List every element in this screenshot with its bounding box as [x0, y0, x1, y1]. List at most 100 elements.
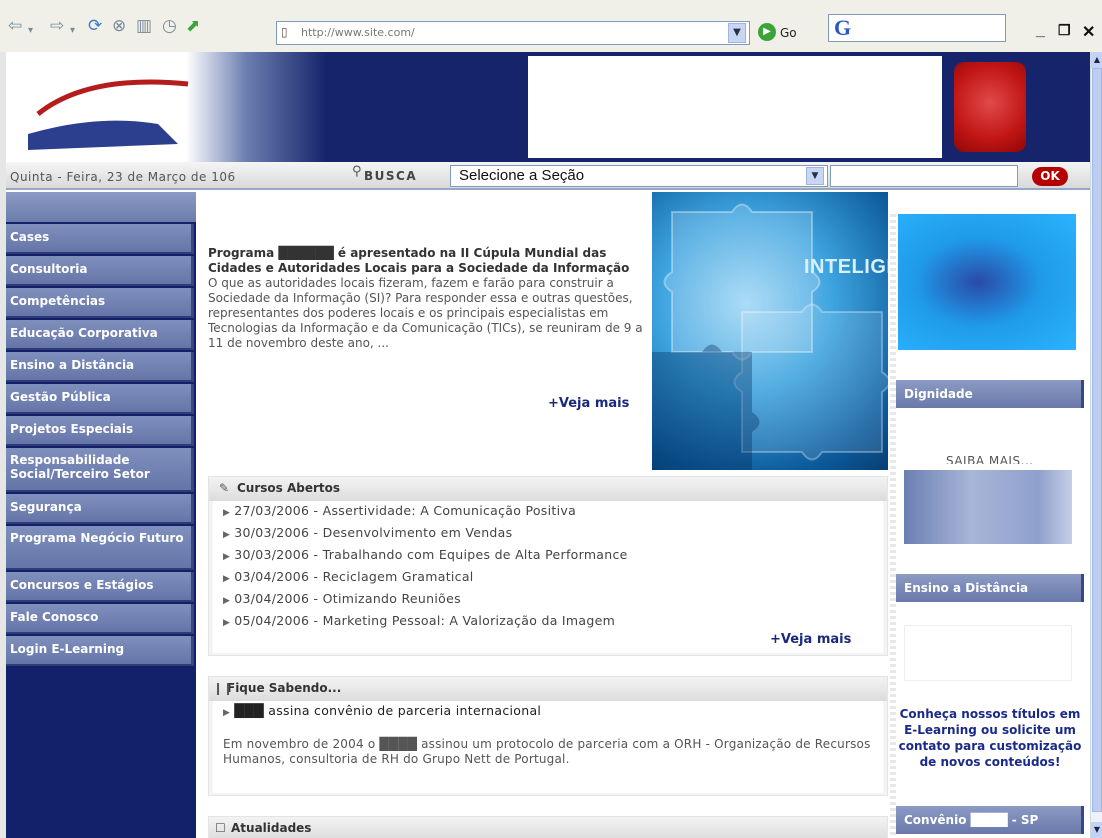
ead-promo-text[interactable]: Conheça nossos títulos em E-Learning ou … [898, 706, 1082, 770]
courses-more-link[interactable]: +Veja mais [770, 632, 851, 647]
menu-item-competencias[interactable]: Competências [6, 288, 194, 318]
site-logo[interactable] [28, 64, 198, 150]
minimize-icon[interactable]: _ [1036, 22, 1045, 40]
courses-list: ▶ 27/03/2006 - Assertividade: A Comunicaç… [213, 501, 883, 653]
bullet-icon: ▶ [223, 596, 231, 606]
address-dropdown-icon[interactable]: ▼ [728, 23, 746, 43]
news-headline-text: ███ assina convênio de parceria internac… [234, 703, 542, 718]
dignidade-header[interactable]: Dignidade [896, 380, 1084, 408]
course-label: 03/04/2006 - Reciclagem Gramatical [234, 569, 474, 584]
pause-icon: ❙❙ [213, 681, 234, 695]
vertical-scrollbar[interactable]: ▲ ▼ [1090, 52, 1102, 838]
menu-header [6, 192, 196, 222]
close-icon[interactable]: ✕ [1082, 22, 1095, 42]
news-headline[interactable]: ▶ ███ assina convênio de parceria interna… [223, 703, 541, 718]
menu-item-educacao-corporativa[interactable]: Educação Corporativa [6, 320, 194, 350]
stop-icon[interactable]: ⊗ [112, 16, 126, 36]
menu-item-cases[interactable]: Cases [6, 224, 194, 254]
forward-icon[interactable]: ⇨ [50, 16, 64, 36]
courses-box: ✎ Cursos Abertos ▶ 27/03/2006 - Assertivi… [208, 476, 888, 656]
courses-title: Cursos Abertos [237, 481, 341, 495]
updates-box: ☐ Atualidades [208, 816, 888, 838]
scroll-thumb[interactable] [1092, 68, 1102, 812]
web-page: Quinta - Feira, 23 de Março de 106 ⚲ BUS… [0, 52, 1090, 838]
section-select[interactable]: Selecione a Seção [450, 165, 828, 187]
course-item[interactable]: ▶ 03/04/2006 - Otimizando Reuniões [223, 591, 461, 606]
page-icon: ▯ [281, 25, 288, 39]
course-item[interactable]: ▶ 05/04/2006 - Marketing Pessoal: A Valor… [223, 613, 615, 628]
course-label: 27/03/2006 - Assertividade: A Comunicaçã… [234, 503, 577, 518]
checkbox-icon: ☐ [215, 821, 226, 835]
site-header [6, 52, 1090, 162]
menu-item-concursos-estagios[interactable]: Concursos e Estágios [6, 572, 194, 602]
ensino-distancia-header[interactable]: Ensino a Distância [896, 574, 1084, 602]
news-body: Em novembro de 2004 o ████ assinou um pr… [223, 737, 871, 766]
history-icon[interactable]: ◷ [162, 16, 177, 36]
section-select-value: Selecione a Seção [459, 167, 585, 184]
convenio-header[interactable]: Convênio ████ - SP [896, 806, 1084, 834]
address-bar[interactable]: ▯ http://www.site.com/ [276, 21, 750, 45]
course-label: 30/03/2006 - Trabalhando com Equipes de … [234, 547, 628, 562]
google-icon[interactable]: G [834, 15, 851, 41]
go-button[interactable]: Go [780, 26, 797, 40]
ead-image[interactable] [904, 625, 1072, 681]
search-input[interactable] [830, 165, 1018, 187]
updates-title: Atualidades [231, 821, 312, 835]
feature-image[interactable]: INTELIGÊ [652, 192, 888, 470]
right-divider [890, 214, 896, 838]
busca-label: BUSCA [364, 169, 418, 183]
news-header: ❙❙ Fique Sabendo... [209, 677, 887, 701]
go-icon[interactable]: ▶ [758, 23, 776, 41]
scroll-up-icon[interactable]: ▲ [1091, 52, 1102, 68]
feature-title[interactable]: Programa ██████ é apresentado na II Cúpu… [208, 246, 652, 276]
current-date: Quinta - Feira, 23 de Março de 106 [10, 170, 236, 184]
course-item[interactable]: ▶ 03/04/2006 - Reciclagem Gramatical [223, 569, 474, 584]
feature-image-text: INTELIGÊ [804, 256, 888, 278]
menu-item-login-elearning[interactable]: Login E-Learning [6, 636, 194, 666]
google-search-box[interactable] [828, 14, 1006, 42]
course-item[interactable]: ▶ 27/03/2006 - Assertividade: A Comunicaç… [223, 503, 576, 518]
news-content: ▶ ███ assina convênio de parceria interna… [213, 701, 883, 793]
feature-article: Programa ██████ é apresentado na II Cúpu… [208, 246, 652, 351]
bullet-icon: ▶ [223, 574, 231, 584]
header-badge[interactable] [954, 62, 1026, 152]
mail-icon[interactable]: ⬈ [186, 16, 200, 36]
news-box: ❙❙ Fique Sabendo... ▶ ███ assina convênio… [208, 676, 888, 796]
right-promo-image[interactable] [898, 214, 1076, 350]
forward-dropdown-icon[interactable]: ▾ [70, 21, 75, 41]
left-menu: Cases Consultoria Competências Educação … [6, 192, 196, 838]
back-icon[interactable]: ⇦ [8, 16, 22, 36]
feature-body: O que as autoridades locais fizeram, faz… [208, 276, 643, 350]
scroll-down-icon[interactable]: ▼ [1091, 822, 1102, 838]
menu-item-ensino-distancia[interactable]: Ensino a Distância [6, 352, 194, 382]
dignidade-image[interactable] [904, 464, 1072, 544]
course-item[interactable]: ▶ 30/03/2006 - Desenvolvimento em Vendas [223, 525, 512, 540]
menu-item-consultoria[interactable]: Consultoria [6, 256, 194, 286]
menu-item-gestao-publica[interactable]: Gestão Pública [6, 384, 194, 414]
bullet-icon: ▶ [223, 552, 231, 562]
bullet-icon: ▶ [223, 508, 231, 518]
news-title: Fique Sabendo... [227, 681, 342, 695]
feature-more-link[interactable]: +Veja mais [548, 396, 629, 411]
course-label: 05/04/2006 - Marketing Pessoal: A Valori… [234, 613, 616, 628]
course-item[interactable]: ▶ 30/03/2006 - Trabalhando com Equipes de… [223, 547, 628, 562]
bullet-icon: ▶ [223, 530, 231, 540]
menu-item-responsabilidade-social[interactable]: Responsabilidade Social/Terceiro Setor [6, 448, 194, 492]
bullet-icon: ▶ [223, 708, 231, 718]
top-navbar: Quinta - Feira, 23 de Março de 106 ⚲ BUS… [6, 162, 1090, 190]
menu-item-projetos-especiais[interactable]: Projetos Especiais [6, 416, 194, 446]
refresh-icon[interactable]: ⟳ [88, 16, 102, 36]
restore-icon[interactable]: ❐ [1058, 22, 1071, 39]
courses-header: ✎ Cursos Abertos [209, 477, 887, 501]
header-banner [528, 56, 942, 158]
menu-item-programa-negocio-futuro[interactable]: Programa Negócio Futuro [6, 526, 194, 570]
favorites-icon[interactable]: ▥ [136, 16, 152, 36]
ok-button[interactable]: OK [1032, 167, 1068, 186]
course-label: 03/04/2006 - Otimizando Reuniões [234, 591, 461, 606]
chevron-down-icon[interactable]: ▼ [806, 167, 824, 185]
puzzle-graphic [652, 203, 888, 470]
course-label: 30/03/2006 - Desenvolvimento em Vendas [234, 525, 513, 540]
back-dropdown-icon[interactable]: ▾ [28, 21, 33, 41]
menu-item-fale-conosco[interactable]: Fale Conosco [6, 604, 194, 634]
menu-item-seguranca[interactable]: Segurança [6, 494, 194, 524]
